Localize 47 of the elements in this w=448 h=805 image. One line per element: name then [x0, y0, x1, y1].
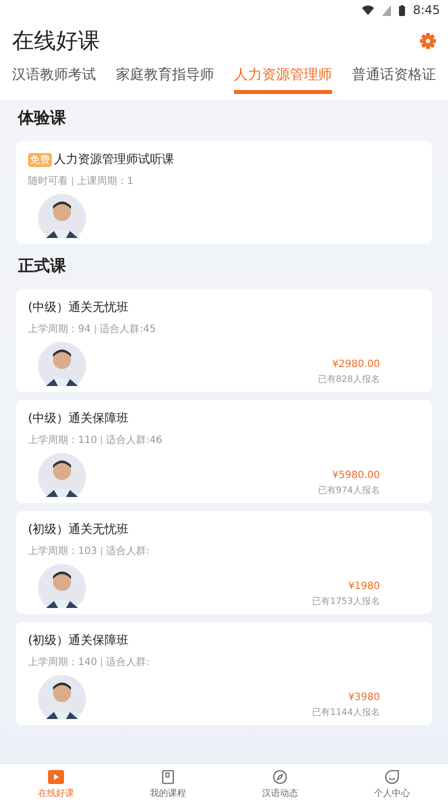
course-meta: 上学周期：140	[28, 656, 98, 669]
course-meta: 上学周期：103	[28, 544, 98, 558]
course-meta: 适合人群:	[106, 544, 150, 558]
free-badge: 免费	[28, 152, 52, 166]
category-tab[interactable]: 家庭教育指导师	[116, 66, 214, 94]
course-title: (中级）通关无忧班	[28, 299, 129, 316]
course-price: ¥3980	[348, 692, 380, 703]
course-meta: 上课周期：1	[77, 174, 134, 188]
course-card[interactable]: (中级）通关无忧班 上学周期：94 适合人群:45 ¥2980.00 已有828人报名	[16, 289, 432, 392]
course-card[interactable]: (初级）通关保障班 上学周期：140 适合人群: ¥3980 已有1144人报名	[16, 622, 432, 725]
category-tab[interactable]: 汉语教师考试	[12, 66, 96, 94]
course-price: ¥1980	[348, 581, 380, 592]
course-title: 人力资源管理师试听课	[54, 151, 174, 168]
enrolled-count: 已有828人报名	[318, 374, 380, 386]
no-sim-icon	[382, 4, 392, 16]
book-icon	[162, 770, 174, 784]
compass-icon	[273, 770, 287, 784]
section-heading: 正式课	[17, 255, 67, 277]
battery-icon	[399, 4, 406, 16]
nav-tab[interactable]: 我的课程	[128, 764, 208, 805]
settings-icon[interactable]	[420, 33, 436, 49]
course-title: (初级）通关无忧班	[28, 521, 129, 538]
course-card[interactable]: (中级）通关保障班 上学周期：110 适合人群:46 ¥5980.00 已有974人报名	[16, 400, 432, 503]
course-meta: 上学周期：110	[28, 434, 98, 447]
course-price: ¥5980.00	[332, 470, 380, 481]
course-meta: 随时可看	[28, 174, 68, 188]
wifi-icon	[362, 5, 374, 15]
course-card[interactable]: (初级）通关无忧班 上学周期：103 适合人群: ¥1980 已有1753人报名	[16, 511, 432, 614]
enrolled-count: 已有974人报名	[318, 484, 380, 497]
play-icon	[48, 770, 64, 784]
nav-tab[interactable]: 汉语动态	[240, 764, 320, 805]
nav-tab[interactable]: 个人中心	[352, 764, 432, 805]
course-price: ¥2980.00	[332, 359, 380, 370]
course-meta: 上学周期：94	[28, 322, 91, 336]
course-title: (中级）通关保障班	[28, 410, 129, 427]
category-tab[interactable]: 普通话资格证	[352, 66, 436, 94]
course-meta: 适合人群:45	[100, 322, 156, 336]
course-meta: 适合人群:	[106, 656, 150, 669]
page-title: 在线好课	[12, 28, 100, 56]
course-meta: 适合人群:46	[106, 434, 162, 447]
course-card[interactable]: 免费 人力资源管理师试听课 随时可看 上课周期：1	[16, 141, 432, 244]
status-time: 8:45	[413, 3, 440, 17]
course-title: (初级）通关保障班	[28, 632, 129, 649]
section-heading: 体验课	[16, 107, 67, 129]
face-icon	[385, 770, 399, 784]
enrolled-count: 已有1144人报名	[312, 706, 380, 719]
enrolled-count: 已有1753人报名	[312, 596, 380, 608]
